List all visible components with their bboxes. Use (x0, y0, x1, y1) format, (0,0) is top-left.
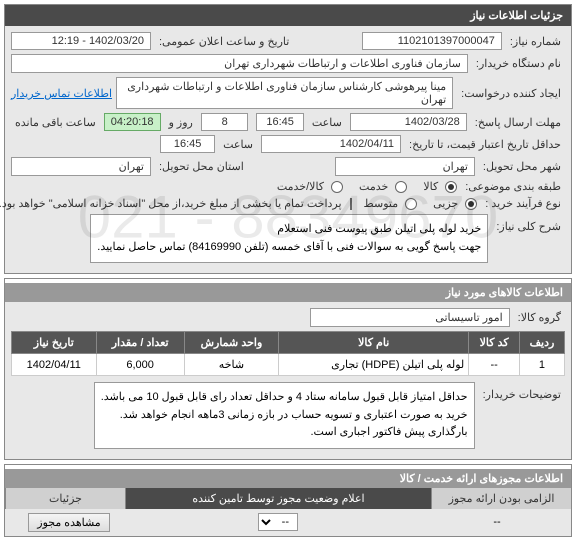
delivery-city: تهران (335, 157, 475, 176)
group-label: گروه کالا: (514, 311, 565, 324)
radio-goods-label: کالا (419, 180, 442, 193)
credit-date: 1402/04/11 (261, 135, 401, 153)
deadline-label: مهلت ارسال پاسخ: (471, 116, 565, 129)
th-name: نام کالا (279, 332, 469, 354)
delivery-province-label: استان محل تحویل: (155, 160, 248, 173)
announce-value: 1402/03/20 - 12:19 (11, 32, 151, 50)
required-cell: -- (427, 516, 567, 528)
islamic-note: پرداخت تمام یا بخشی از مبلغ خرید،از محل … (0, 197, 346, 210)
remaining-label: ساعت باقی مانده (11, 116, 100, 129)
need-number-value: 1102101397000047 (362, 32, 502, 50)
subject-class-group: کالا خدمت کالا/خدمت (273, 180, 457, 193)
table-row: 1 -- لوله پلی اتیلن (HDPE) تجاری شاخه 6,… (12, 354, 565, 376)
th-row: ردیف (519, 332, 564, 354)
deadline-time: 16:45 (256, 113, 304, 131)
purchase-type-label: نوع فرآیند خرید : (481, 197, 565, 210)
delivery-city-label: شهر محل تحویل: (479, 160, 565, 173)
need-number-label: شماره نیاز: (506, 35, 565, 48)
goods-table: ردیف کد کالا نام کالا واحد شمارش تعداد /… (11, 331, 565, 376)
buyer-label: نام دستگاه خریدار: (472, 57, 565, 70)
group-value: امور تاسیساتی (310, 308, 510, 327)
description-line2: جهت پاسخ گویی به سوالات فنی با آقای خمسه… (97, 239, 481, 257)
notes-label: توضیحات خریدار: (479, 382, 565, 401)
description-line1: خرید لوله پلی اتیلن طبق پیوست فنی استعلا… (97, 221, 481, 239)
need-details-panel: جزئیات اطلاعات نیاز شماره نیاز: 11021013… (4, 4, 572, 274)
buyer-contact-link[interactable]: اطلاعات تماس خریدار (11, 87, 112, 100)
th-unit: واحد شمارش (184, 332, 278, 354)
notes-line2: خرید به صورت اعتباری و تسویه حساب در باز… (101, 407, 468, 425)
credit-label: حداقل تاریخ اعتبار قیمت، تا تاریخ: (405, 138, 565, 151)
col-required: الزامی بودن ارائه مجوز (431, 488, 571, 509)
time-label-2: ساعت (219, 138, 257, 151)
radio-goods[interactable] (445, 181, 457, 193)
deadline-date: 1402/03/28 (350, 113, 467, 131)
credit-time: 16:45 (160, 135, 215, 153)
td-date: 1402/04/11 (12, 354, 97, 376)
status-select[interactable]: -- (258, 513, 298, 531)
permits-panel: اطلاعات مجوزهای ارائه خدمت / کالا الزامی… (4, 464, 572, 537)
description-box: خرید لوله پلی اتیلن طبق پیوست فنی استعلا… (90, 214, 488, 263)
description-label: شرح کلی نیاز: (492, 214, 565, 233)
panel2-title: اطلاعات کالاهای مورد نیاز (5, 283, 571, 302)
td-unit: شاخه (184, 354, 278, 376)
requester-label: ایجاد کننده درخواست: (457, 87, 565, 100)
goods-info-panel: اطلاعات کالاهای مورد نیاز گروه کالا: امو… (4, 278, 572, 460)
td-name: لوله پلی اتیلن (HDPE) تجاری (279, 354, 469, 376)
panel1-title: جزئیات اطلاعات نیاز (5, 5, 571, 26)
radio-medium-label: متوسط (360, 197, 403, 210)
buyer-value: سازمان فناوری اطلاعات و ارتباطات شهرداری… (11, 54, 468, 73)
announce-label: تاریخ و ساعت اعلان عمومی: (155, 35, 293, 48)
purchase-type-group: جزیی متوسط (360, 197, 478, 210)
radio-medium[interactable] (405, 198, 417, 210)
time-remaining: 04:20:18 (104, 113, 161, 131)
td-row: 1 (519, 354, 564, 376)
view-permit-button[interactable]: مشاهده مجوز (28, 513, 109, 532)
radio-minor-label: جزیی (429, 197, 462, 210)
radio-both-label: کالا/خدمت (273, 180, 328, 193)
th-date: تاریخ نیاز (12, 332, 97, 354)
requester-value: مینا پیرهوشی کارشناس سازمان فناوری اطلاع… (116, 77, 453, 109)
col-details: جزئیات (5, 488, 125, 509)
days-remaining: 8 (201, 113, 249, 131)
time-label-1: ساعت (308, 116, 346, 129)
panel3-title: اطلاعات مجوزهای ارائه خدمت / کالا (5, 469, 571, 488)
td-code: -- (469, 354, 520, 376)
notes-line1: حداقل امتیاز قابل قبول سامانه ستاد 4 و ح… (101, 389, 468, 407)
radio-minor[interactable] (465, 198, 477, 210)
permits-header-row: الزامی بودن ارائه مجوز اعلام وضعیت مجوز … (5, 488, 571, 509)
col-declare: اعلام وضعیت مجوز توسط تامین کننده (125, 488, 431, 509)
radio-both[interactable] (331, 181, 343, 193)
islamic-treasury-checkbox[interactable] (350, 198, 352, 210)
notes-line3: بارگذاری پیش فاکتور اجباری است. (101, 424, 468, 442)
th-qty: تعداد / مقدار (96, 332, 184, 354)
delivery-province: تهران (11, 157, 151, 176)
radio-service[interactable] (395, 181, 407, 193)
subject-class-label: طبقه بندی موضوعی: (461, 180, 565, 193)
notes-box: حداقل امتیاز قابل قبول سامانه ستاد 4 و ح… (94, 382, 475, 449)
days-label: روز و (165, 116, 197, 129)
th-code: کد کالا (469, 332, 520, 354)
radio-service-label: خدمت (355, 180, 392, 193)
td-qty: 6,000 (96, 354, 184, 376)
